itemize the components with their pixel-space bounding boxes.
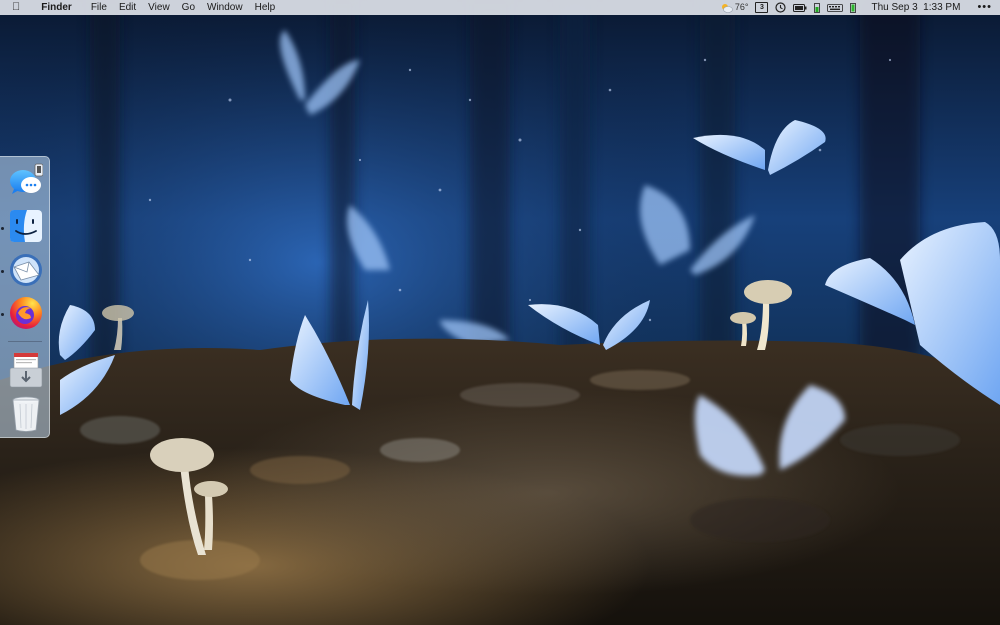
- battery-icon: [793, 3, 807, 12]
- dock-item-downloads[interactable]: [9, 351, 43, 388]
- menu-edit[interactable]: Edit: [119, 0, 145, 15]
- menu-file[interactable]: File: [91, 0, 116, 15]
- calendar-icon: 3: [755, 2, 769, 13]
- weather-status[interactable]: 76°: [720, 0, 749, 15]
- battery-status[interactable]: [793, 0, 807, 15]
- firefox-icon: [10, 297, 42, 329]
- downloads-stack-icon: [9, 352, 43, 388]
- dock-item-mail[interactable]: [9, 253, 43, 287]
- more-icon[interactable]: •••: [977, 0, 992, 15]
- menu-help[interactable]: Help: [255, 0, 285, 15]
- battery-green-icon: [850, 2, 857, 13]
- menu-bar:  Finder File Edit View Go Window Help 7…: [0, 0, 1000, 15]
- menu-view[interactable]: View: [148, 0, 179, 15]
- keyboard-icon: [827, 3, 844, 12]
- calendar-status[interactable]: 3: [755, 0, 769, 15]
- wallpaper: [0, 0, 1000, 625]
- battery-green-status[interactable]: [850, 0, 857, 15]
- mail-icon: [10, 254, 42, 286]
- partly-cloudy-icon: [721, 3, 733, 13]
- menu-window[interactable]: Window: [207, 0, 252, 15]
- dock-item-messages[interactable]: [9, 163, 44, 197]
- dock: [0, 156, 50, 438]
- trash-icon: [12, 396, 40, 432]
- finder-icon: [10, 210, 42, 242]
- dock-item-finder[interactable]: [9, 209, 43, 243]
- messages-icon: [10, 163, 44, 194]
- time-machine-icon: [775, 2, 787, 13]
- menu-go[interactable]: Go: [182, 0, 204, 15]
- menu-app-name[interactable]: Finder: [41, 0, 81, 15]
- dock-item-firefox[interactable]: [9, 296, 43, 330]
- battery-level-icon: [814, 2, 821, 13]
- desktop[interactable]:  Finder File Edit View Go Window Help 7…: [0, 0, 1000, 625]
- dock-running-indicator: [1, 227, 4, 230]
- dock-separator: [8, 341, 42, 342]
- clock[interactable]: Thu Sep 3 1:33 PM: [871, 0, 960, 15]
- keyboard-status[interactable]: [827, 0, 844, 15]
- dock-running-indicator: [1, 313, 4, 316]
- dock-running-indicator: [1, 270, 4, 273]
- battery-level-status[interactable]: [814, 0, 821, 15]
- apple-logo-icon[interactable]: : [12, 0, 29, 15]
- dock-item-trash[interactable]: [9, 395, 43, 432]
- time-machine-status[interactable]: [775, 0, 787, 15]
- weather-temperature: 76°: [734, 2, 749, 12]
